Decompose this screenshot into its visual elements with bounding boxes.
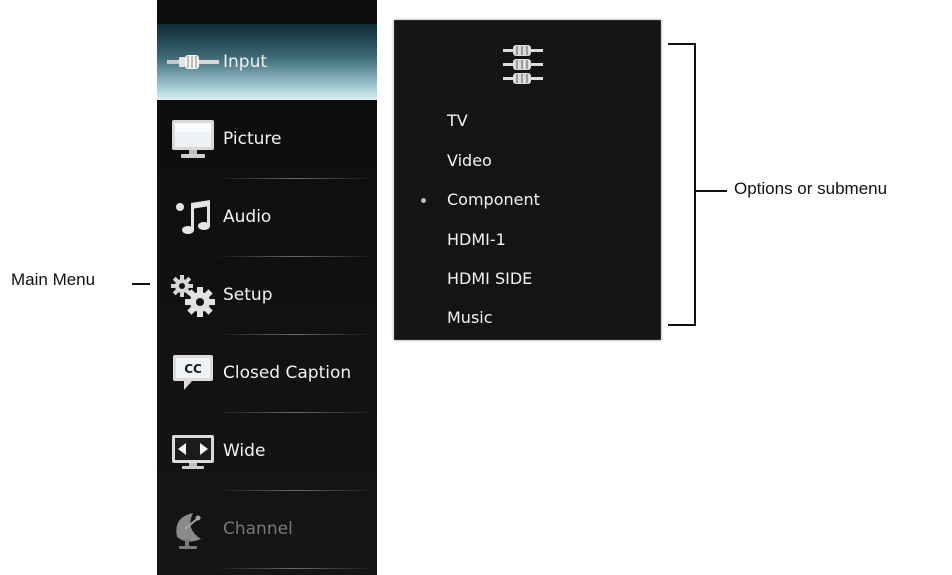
submenu-panel: TV Video Component HDMI-1 HDMI SIDE Musi… bbox=[394, 20, 661, 340]
option-video[interactable]: Video bbox=[447, 151, 492, 170]
submenu-annotation: Options or submenu bbox=[734, 179, 888, 198]
menu-item-setup[interactable]: Setup bbox=[157, 257, 377, 333]
menu-item-label: Setup bbox=[223, 285, 273, 305]
option-tv[interactable]: TV bbox=[447, 111, 468, 130]
menu-item-input[interactable]: Input bbox=[157, 24, 377, 100]
rca-cable-icon bbox=[167, 38, 219, 86]
menu-item-label: Channel bbox=[223, 519, 293, 539]
menu-item-label: Wide bbox=[223, 441, 266, 461]
option-hdmi-side[interactable]: HDMI SIDE bbox=[447, 269, 532, 288]
main-menu: Input Picture Audio Setup CC Closed Capt… bbox=[157, 0, 377, 575]
svg-text:CC: CC bbox=[184, 362, 202, 376]
menu-item-picture[interactable]: Picture bbox=[157, 101, 377, 177]
main-menu-leader-line bbox=[132, 283, 150, 285]
submenu-leader-line bbox=[695, 190, 727, 192]
satellite-dish-icon bbox=[167, 505, 219, 553]
menu-item-channel[interactable]: Channel bbox=[157, 491, 377, 567]
menu-divider bbox=[215, 568, 375, 569]
bracket-bottom bbox=[668, 324, 695, 326]
bracket-top bbox=[668, 43, 695, 45]
option-music[interactable]: Music bbox=[447, 308, 493, 327]
bracket-vertical bbox=[694, 43, 696, 326]
component-cables-icon bbox=[503, 41, 543, 89]
music-note-icon bbox=[167, 193, 219, 241]
closed-caption-icon: CC bbox=[167, 349, 219, 397]
wide-screen-icon bbox=[167, 427, 219, 475]
menu-item-label: Closed Caption bbox=[223, 363, 352, 383]
main-menu-annotation: Main Menu bbox=[11, 270, 96, 289]
menu-item-wide[interactable]: Wide bbox=[157, 413, 377, 489]
option-hdmi-1[interactable]: HDMI-1 bbox=[447, 230, 506, 249]
menu-item-audio[interactable]: Audio bbox=[157, 179, 377, 255]
gears-icon bbox=[167, 271, 219, 319]
option-component[interactable]: Component bbox=[447, 190, 540, 209]
menu-item-label: Audio bbox=[223, 207, 272, 227]
selected-bullet-icon bbox=[421, 198, 426, 203]
menu-item-closed-caption[interactable]: CC Closed Caption bbox=[157, 335, 377, 411]
menu-item-label: Picture bbox=[223, 129, 282, 149]
menu-item-label: Input bbox=[223, 52, 268, 72]
monitor-icon bbox=[167, 115, 219, 163]
